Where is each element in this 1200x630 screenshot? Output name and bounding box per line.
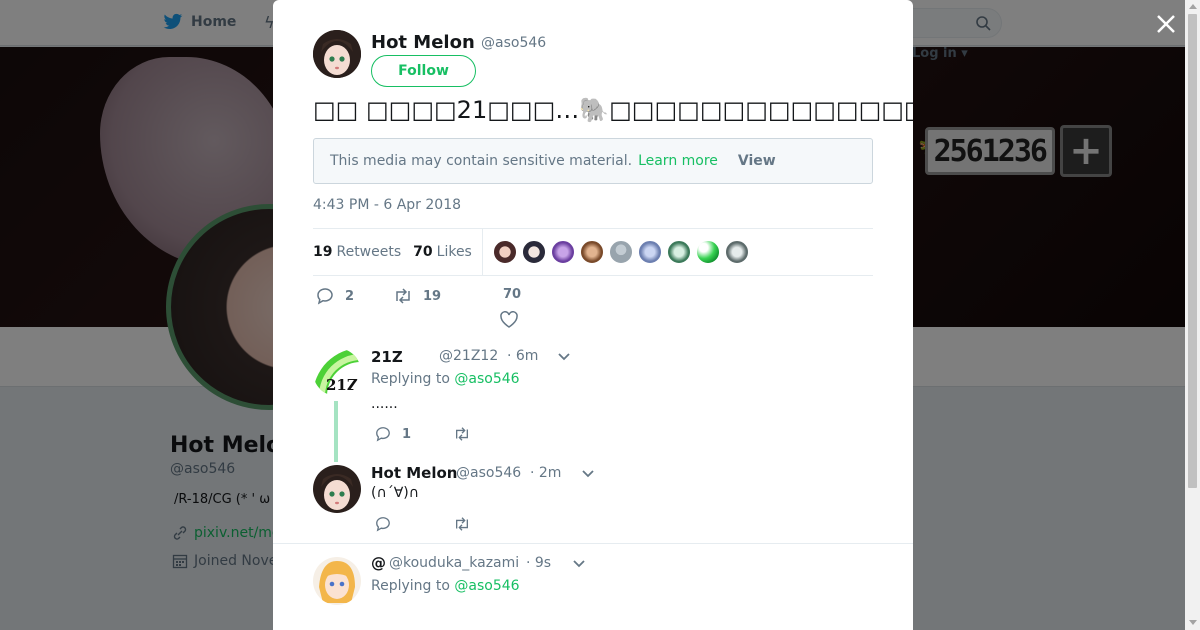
tweet-stats: 19 Retweets 70 Likes <box>313 228 873 276</box>
thread-connector <box>334 401 338 462</box>
reply-button[interactable]: 2 <box>315 287 354 305</box>
reply-author-handle[interactable]: @21Z12 <box>439 348 498 364</box>
reply-icon <box>376 517 390 532</box>
reply-text: ...... <box>371 396 398 412</box>
reply-retweet-button[interactable] <box>453 426 471 442</box>
replying-mention[interactable]: @aso546 <box>454 578 519 594</box>
follow-button[interactable]: Follow <box>371 55 476 87</box>
tweet-actions: 2 19 70 <box>313 287 873 329</box>
chevron-down-icon[interactable] <box>581 469 595 479</box>
reply-separator <box>273 543 913 544</box>
like-icon[interactable] <box>499 311 519 329</box>
retweet-count: 19 <box>423 288 442 304</box>
reply-text: (∩´∀)∩ <box>371 485 419 501</box>
view-button[interactable]: View <box>738 153 776 169</box>
tweet-text: □□ □□□□21□□□…🐘□□□□□□□□□□□□□□□□□□□□□□□□□□… <box>313 96 913 124</box>
retweet-button[interactable]: 19 <box>393 287 441 305</box>
scroll-up-arrow[interactable] <box>1189 4 1197 9</box>
tweet-timestamp[interactable]: 4:43 PM - 6 Apr 2018 <box>313 197 461 213</box>
retweet-icon <box>396 288 410 304</box>
close-icon[interactable] <box>1154 12 1178 36</box>
reply-time[interactable]: · 6m <box>507 348 538 364</box>
author-avatar-art <box>313 30 361 78</box>
liker-avatar[interactable] <box>695 240 720 264</box>
likers-avatar-row <box>492 240 749 264</box>
replying-to: Replying to @aso546 <box>371 578 520 594</box>
reply-author-name[interactable]: 21Z <box>371 348 403 366</box>
retweet-icon <box>456 517 468 531</box>
reply-time[interactable]: · 9s <box>526 555 551 571</box>
reply-avatar-text: 21Z <box>326 376 358 394</box>
author-handle[interactable]: @aso546 <box>481 35 546 51</box>
reply-avatar[interactable]: 21Z <box>313 348 361 396</box>
tweet-modal: Hot Melon @aso546 Follow □□ □□□□21□□□…🐘□… <box>273 0 913 630</box>
chevron-down-icon[interactable] <box>572 559 586 569</box>
reply-avatar[interactable] <box>313 557 361 605</box>
reply-icon <box>376 427 390 442</box>
liker-avatar[interactable] <box>550 240 575 264</box>
liker-avatar[interactable] <box>521 240 546 264</box>
replying-to: Replying to @aso546 <box>371 371 520 387</box>
sensitive-media-notice: This media may contain sensitive materia… <box>313 138 873 184</box>
reply-author-name[interactable]: Hot Melon <box>371 464 457 482</box>
reply-avatar-art: 21Z <box>313 348 361 396</box>
reply-reply-button[interactable]: 1 <box>374 426 411 442</box>
author-name[interactable]: Hot Melon <box>371 32 475 53</box>
reply-retweet-button[interactable] <box>453 516 471 532</box>
reply-avatar[interactable] <box>313 465 361 513</box>
reply-icon <box>317 288 333 305</box>
liker-avatar[interactable] <box>579 240 604 264</box>
scroll-down-arrow[interactable] <box>1189 620 1197 625</box>
learn-more-link[interactable]: Learn more <box>638 153 718 169</box>
likes-stat[interactable]: 70 Likes <box>413 244 472 260</box>
stats-divider <box>481 228 483 276</box>
reply-author-handle[interactable]: @kouduka_kazami <box>389 555 519 571</box>
liker-avatar[interactable] <box>666 240 691 264</box>
liker-avatar[interactable] <box>492 240 517 264</box>
reply-avatar-art <box>313 557 361 605</box>
retweets-stat[interactable]: 19 Retweets <box>313 244 401 260</box>
sensitive-message: This media may contain sensitive materia… <box>330 153 633 169</box>
retweet-icon <box>456 427 468 441</box>
reply-avatar-art <box>313 465 361 513</box>
scroll-thumb[interactable] <box>1188 14 1197 488</box>
reply-reply-button[interactable] <box>374 516 392 532</box>
reply-author-handle[interactable]: @aso546 <box>456 465 521 481</box>
reply-author-name[interactable]: @ <box>371 554 386 572</box>
like-count: 70 <box>503 287 522 302</box>
liker-avatar[interactable] <box>637 240 662 264</box>
reply-reply-count: 1 <box>402 426 412 442</box>
reply-count: 2 <box>345 288 355 304</box>
author-avatar[interactable] <box>313 30 361 78</box>
reply-time[interactable]: · 2m <box>530 465 561 481</box>
chevron-down-icon[interactable] <box>557 352 571 362</box>
replying-mention[interactable]: @aso546 <box>454 371 519 387</box>
like-count-wrapper: 70 <box>503 287 521 302</box>
liker-avatar[interactable] <box>724 240 749 264</box>
liker-avatar[interactable] <box>608 240 633 264</box>
